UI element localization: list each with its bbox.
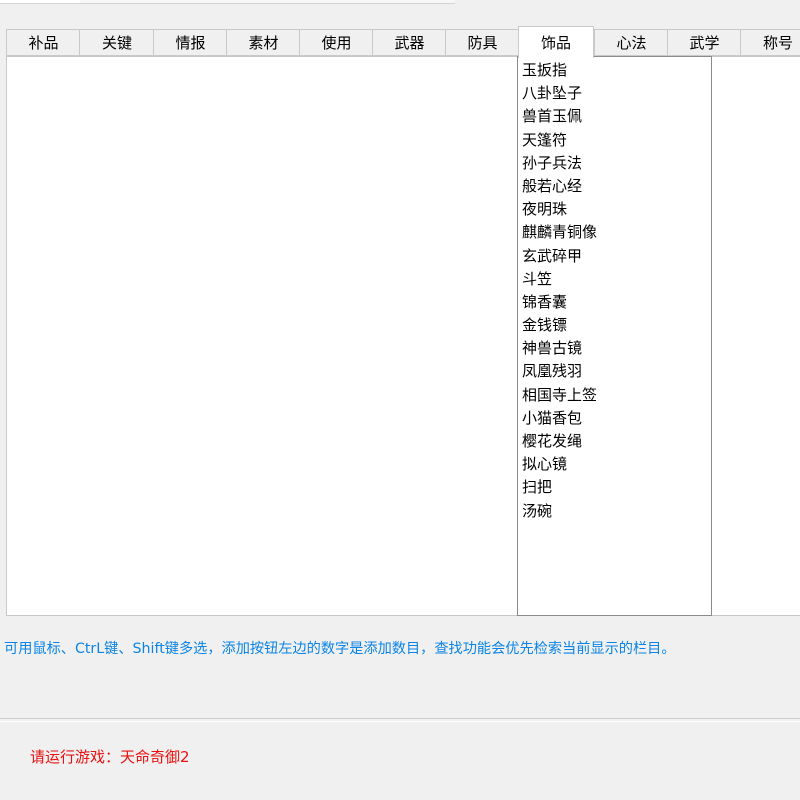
list-item[interactable]: 凤凰残羽 <box>518 360 711 383</box>
list-item[interactable]: 拟心镜 <box>518 453 711 476</box>
list-item[interactable]: 神兽古镜 <box>518 337 711 360</box>
usage-hint-text: 可用鼠标、CtrL键、Shift键多选，添加按钮左边的数字是添加数目，查找功能会… <box>4 641 676 657</box>
top-strip-segment <box>80 0 455 4</box>
list-item[interactable]: 锦香囊 <box>518 291 711 314</box>
list-item[interactable]: 般若心经 <box>518 175 711 198</box>
item-listbox[interactable]: 玉扳指 八卦坠子 兽首玉佩 天篷符 孙子兵法 般若心经 夜明珠 麒麟青铜像 玄武碎甲 斗笠 锦香囊金… <box>517 56 712 616</box>
tab-3[interactable]: 情报 <box>153 29 227 56</box>
list-item[interactable]: 八卦坠子 <box>518 82 711 105</box>
list-item[interactable]: 斗笠 <box>518 268 711 291</box>
tab-10[interactable]: 武学 <box>667 29 741 56</box>
tab-6[interactable]: 武器 <box>372 29 446 56</box>
tab-bar: 补品 关键 情报 素材 使用 武器 防具 饰品 心法 武学 称号 <box>6 26 800 58</box>
list-item[interactable]: 玉扳指 <box>518 59 711 82</box>
list-item[interactable]: 天篷符 <box>518 129 711 152</box>
list-item[interactable]: 夜明珠 <box>518 198 711 221</box>
tab-2[interactable]: 关键 <box>79 29 154 56</box>
tab-1[interactable]: 补品 <box>6 29 80 56</box>
list-item[interactable]: 兽首玉佩 <box>518 105 711 128</box>
tab-9[interactable]: 心法 <box>594 29 668 56</box>
game-status-text: 请运行游戏：天命奇御2 <box>30 748 190 766</box>
list-item[interactable]: 小猫香包 <box>518 407 711 430</box>
list-item[interactable]: 麒麟青铜像 <box>518 221 711 244</box>
list-item[interactable]: 孙子兵法 <box>518 152 711 175</box>
tab-11[interactable]: 称号 <box>740 29 800 56</box>
tab-8[interactable]: 饰品 <box>518 26 594 58</box>
list-item[interactable]: 金钱镖 <box>518 314 711 337</box>
tab-7[interactable]: 防具 <box>445 29 519 56</box>
list-item[interactable]: 玄武碎甲 <box>518 245 711 268</box>
top-strip <box>0 0 800 26</box>
status-divider <box>0 718 800 722</box>
tab-5[interactable]: 使用 <box>299 29 373 56</box>
top-strip-segment <box>0 0 80 4</box>
list-item[interactable]: 汤碗 <box>518 500 711 523</box>
list-item[interactable]: 樱花发绳 <box>518 430 711 453</box>
list-item[interactable]: 扫把 <box>518 476 711 499</box>
list-item[interactable]: 相国寺上签 <box>518 384 711 407</box>
tab-4[interactable]: 素材 <box>226 29 300 56</box>
